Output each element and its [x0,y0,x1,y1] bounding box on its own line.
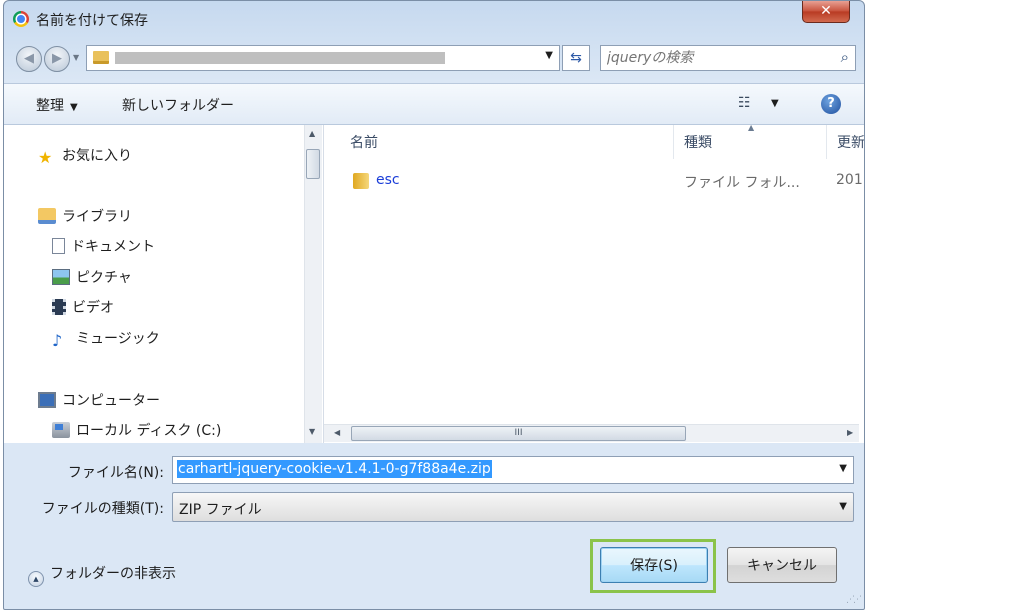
tree-item-pictures[interactable]: ピクチャ [52,267,132,287]
organize-label: 整理 [36,98,64,114]
filetype-label: ファイルの種類(T): [41,501,164,517]
library-icon [38,208,56,224]
column-header-name[interactable]: 名前 [350,125,378,159]
filename-label: ファイル名(N): [67,465,164,481]
filetype-value: ZIP ファイル [179,502,262,518]
chevron-down-icon[interactable]: ▼ [545,50,553,61]
save-as-dialog: 名前を付けて保存 ✕ ◀ ▶ ▼ ▼ ⇆ ⌕ 整理 ▼ 新しいフォルダー ☷ [3,0,865,610]
computer-icon [38,392,56,408]
file-list-horizontal-scrollbar[interactable]: ◀ III ▶ [324,424,859,442]
tree-label: ミュージック [76,331,160,347]
view-chevron-down-icon[interactable]: ▼ [771,98,779,109]
forward-button[interactable]: ▶ [44,46,70,72]
tree-item-computer[interactable]: コンピューター [38,390,160,410]
chevron-down-icon: ▼ [839,501,847,512]
scroll-left-arrow-icon[interactable]: ◀ [334,428,340,437]
help-icon[interactable]: ? [821,94,841,114]
arrow-right-icon: ▶ [52,51,62,66]
address-path-redacted [115,52,445,64]
tree-label: ローカル ディスク (C:) [76,423,222,439]
filename-value: carhartl-jquery-cookie-v1.4.1-0-g7f88a4e… [177,460,492,478]
tree-label: コンピューター [62,393,160,409]
address-row: ◀ ▶ ▼ ▼ ⇆ ⌕ [4,37,864,81]
filename-input[interactable]: carhartl-jquery-cookie-v1.4.1-0-g7f88a4e… [172,456,854,484]
save-button[interactable]: 保存(S) [600,547,708,583]
scroll-up-arrow-icon[interactable]: ▲ [309,129,315,138]
new-folder-button[interactable]: 新しいフォルダー [122,95,234,115]
command-toolbar: 整理 ▼ 新しいフォルダー ☷ ▼ ? [4,83,864,125]
tree-label: ピクチャ [76,270,132,286]
navigation-pane-scrollbar[interactable]: ▲ ▼ [304,125,322,443]
filetype-select[interactable]: ZIP ファイル ▼ [172,492,854,522]
film-icon [52,299,66,315]
folder-icon [93,51,109,64]
column-header-date[interactable]: 更新 [837,125,864,159]
tree-item-music[interactable]: ♪ ミュージック [52,328,160,350]
tree-item-documents[interactable]: ドキュメント [52,236,155,256]
tree-label: お気に入り [62,148,132,164]
view-options-icon[interactable]: ☷ [738,95,751,111]
column-header-type[interactable]: 種類 [684,125,712,159]
file-list: 名前 種類 ▲ 更新 esc ファイル フォル... 201 [324,125,864,443]
arrow-left-icon: ◀ [24,51,34,66]
list-item[interactable]: esc ファイル フォル... 201 [324,171,864,193]
star-icon: ★ [38,148,53,167]
chevron-up-icon: ▲ [28,571,44,587]
address-bar[interactable]: ▼ [86,45,560,71]
chevron-down-icon: ▼ [70,102,78,113]
navigation-pane: ★ お気に入り ライブラリ ドキュメント ピクチャ ビデオ ♪ ミュージック コンピ… [4,125,324,443]
document-icon [52,238,65,254]
search-icon[interactable]: ⌕ [841,48,849,66]
hide-folders-toggle[interactable]: ▲ フォルダーの非表示 [28,563,176,587]
tree-item-favorites[interactable]: ★ お気に入り [38,145,132,167]
cancel-button[interactable]: キャンセル [727,547,837,583]
scrollbar-thumb[interactable] [306,149,320,179]
scroll-down-arrow-icon[interactable]: ▼ [309,427,315,436]
music-note-icon: ♪ [52,331,63,350]
close-button[interactable]: ✕ [802,1,850,23]
hide-folders-label: フォルダーの非表示 [50,566,176,582]
window-title: 名前を付けて保存 [36,13,148,29]
folder-icon [353,173,369,189]
file-date: 201 [836,172,863,188]
close-icon: ✕ [820,3,832,19]
disk-drive-icon [52,422,70,438]
column-divider[interactable] [673,125,674,159]
column-divider[interactable] [826,125,827,159]
recent-pages-chevron-down-icon[interactable]: ▼ [73,53,79,62]
refresh-button[interactable]: ⇆ [562,45,590,71]
search-box[interactable]: ⌕ [600,45,856,71]
back-button[interactable]: ◀ [16,46,42,72]
search-input[interactable] [607,46,817,70]
tree-label: ドキュメント [71,239,155,255]
picture-icon [52,269,70,285]
file-type: ファイル フォル... [684,175,800,191]
tree-item-videos[interactable]: ビデオ [52,297,114,317]
scrollbar-thumb[interactable]: III [351,426,686,441]
tree-label: ビデオ [72,300,114,316]
sort-ascending-icon: ▲ [748,125,755,132]
file-name: esc [376,172,400,188]
organize-button[interactable]: 整理 ▼ [36,95,78,115]
tree-item-libraries[interactable]: ライブラリ [38,206,132,226]
title-bar: 名前を付けて保存 ✕ [4,1,864,37]
tree-item-local-disk[interactable]: ローカル ディスク (C:) [52,420,221,440]
refresh-icon: ⇆ [570,50,582,66]
scroll-right-arrow-icon[interactable]: ▶ [847,428,853,437]
chrome-app-icon [13,11,29,27]
tree-label: ライブラリ [62,209,132,225]
resize-grip-icon[interactable]: ⋰⋰ [846,595,862,605]
chevron-down-icon[interactable]: ▼ [839,463,847,474]
